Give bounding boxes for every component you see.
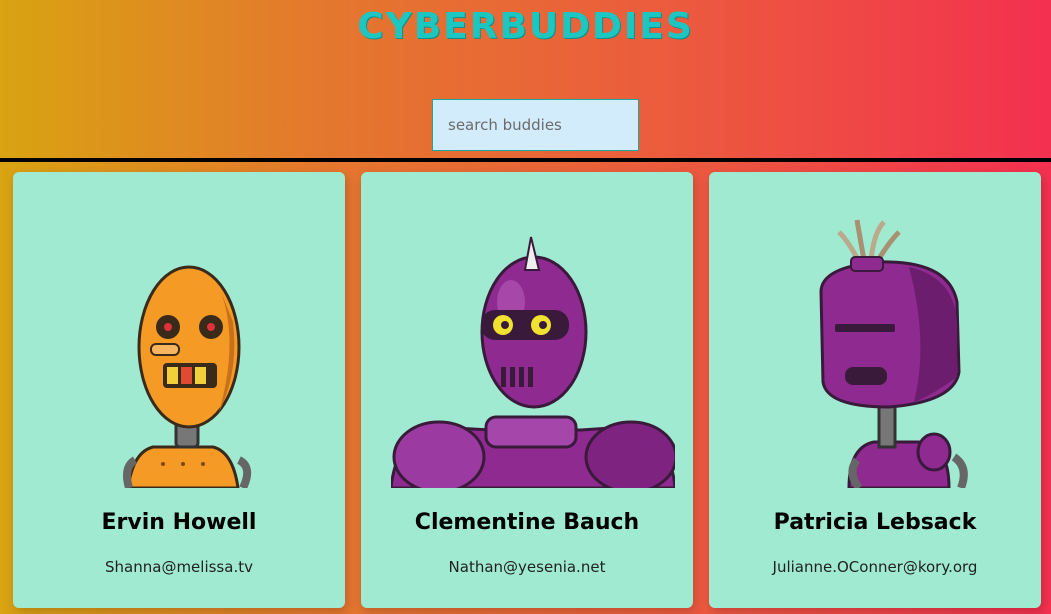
robot-name: Clementine Bauch <box>414 510 640 535</box>
robot-avatar <box>391 202 675 488</box>
robot-name: Ervin Howell <box>101 510 257 535</box>
header-divider <box>0 158 1051 162</box>
robot-email: Nathan@yesenia.net <box>448 558 606 576</box>
robot-avatar <box>43 202 327 488</box>
robot-card[interactable]: Clementine Bauch Nathan@yesenia.net <box>361 172 693 608</box>
app-title: CYBERBUDDIES <box>357 6 694 47</box>
robot-email: Shanna@melissa.tv <box>105 558 253 576</box>
search-input[interactable] <box>432 99 639 151</box>
robot-name: Patricia Lebsack <box>773 510 977 535</box>
header: CYBERBUDDIES <box>0 0 1051 160</box>
robot-card[interactable]: Ervin Howell Shanna@melissa.tv <box>13 172 345 608</box>
robot-email: Julianne.OConner@kory.org <box>772 558 978 576</box>
robot-card[interactable]: Patricia Lebsack Julianne.OConner@kory.o… <box>709 172 1041 608</box>
robot-avatar <box>739 202 1023 488</box>
